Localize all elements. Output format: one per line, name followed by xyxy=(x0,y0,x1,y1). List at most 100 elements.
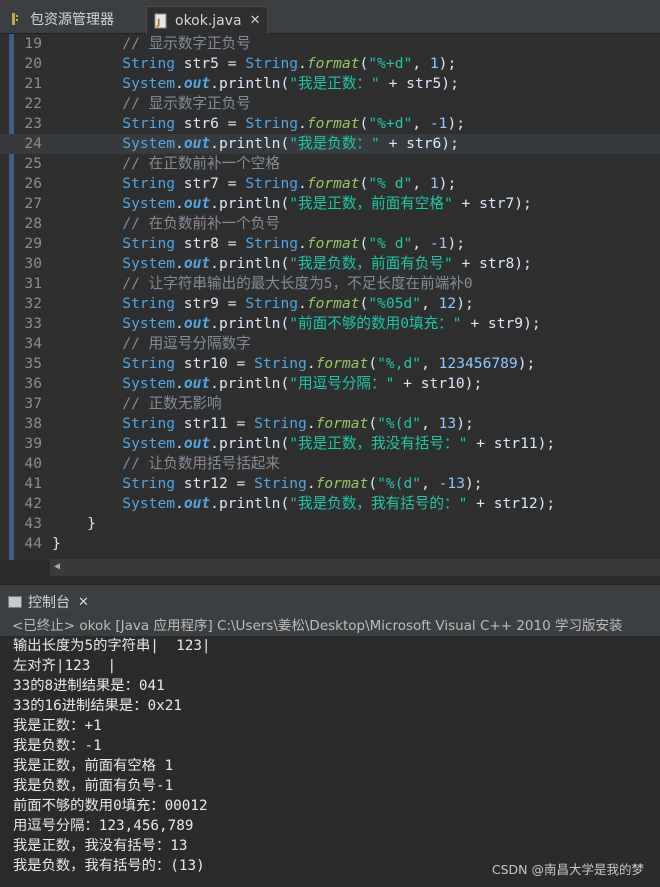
code-text: // 在负数前补一个负号 xyxy=(122,215,280,232)
code-line[interactable]: 28 // 在负数前补一个负号 xyxy=(0,214,660,234)
line-number: 35 xyxy=(24,355,42,372)
tab-package-explorer-label: 包资源管理器 xyxy=(30,12,114,28)
tab-package-explorer[interactable]: 包资源管理器 xyxy=(8,5,114,33)
console-line: 左对齐|123 | xyxy=(13,658,117,674)
code-text: String str7 = String.format("% d", 1); xyxy=(122,175,457,192)
console-status-header: <已终止> okok [Java 应用程序] C:\Users\姜松\Deskt… xyxy=(0,616,660,636)
tab-console[interactable]: 控制台 ✕ xyxy=(8,589,89,615)
code-line[interactable]: 26 String str7 = String.format("% d", 1)… xyxy=(0,174,660,194)
code-line[interactable]: 24 System.out.println("我是负数：" + str6); xyxy=(0,134,660,154)
code-line[interactable]: 22 // 显示数字正负号 xyxy=(0,94,660,114)
editor-tab-bar: 包资源管理器 J okok.java ✕ xyxy=(0,0,660,34)
code-line[interactable]: 19 // 显示数字正负号 xyxy=(0,34,660,54)
code-line[interactable]: 29 String str8 = String.format("% d", -1… xyxy=(0,234,660,254)
scroll-left-icon[interactable]: ◀ xyxy=(54,561,60,572)
tab-okok-java-label: okok.java xyxy=(175,12,242,29)
code-text: String str8 = String.format("% d", -1); xyxy=(122,235,466,252)
code-line[interactable]: 20 String str5 = String.format("%+d", 1)… xyxy=(0,54,660,74)
console-line: 用逗号分隔：123,456,789 xyxy=(13,818,194,834)
code-line[interactable]: 39 System.out.println("我是正数，我没有括号：" + st… xyxy=(0,434,660,454)
code-text: String str9 = String.format("%05d", 12); xyxy=(122,295,474,312)
code-line[interactable]: 33 System.out.println("前面不够的数用0填充：" + st… xyxy=(0,314,660,334)
code-line[interactable]: 25 // 在正数前补一个空格 xyxy=(0,154,660,174)
code-text: // 用逗号分隔数字 xyxy=(122,335,251,352)
console-line: 输出长度为5的字符串| 123| xyxy=(13,638,211,654)
code-line[interactable]: 37 // 正数无影响 xyxy=(0,394,660,414)
code-text: String str6 = String.format("%+d", -1); xyxy=(122,115,466,132)
horizontal-scrollbar[interactable]: ◀ xyxy=(50,559,660,576)
console-line: 前面不够的数用0填充：00012 xyxy=(13,798,208,814)
close-icon[interactable]: ✕ xyxy=(78,595,89,610)
code-text: System.out.println("我是正数，我没有括号：" + str11… xyxy=(122,435,556,452)
line-number: 36 xyxy=(24,375,42,392)
code-text: String str5 = String.format("%+d", 1); xyxy=(122,55,457,72)
line-number: 28 xyxy=(24,215,42,232)
line-number: 27 xyxy=(24,195,42,212)
line-number: 31 xyxy=(24,275,42,292)
code-line[interactable]: 27 System.out.println("我是正数，前面有空格" + str… xyxy=(0,194,660,214)
code-line[interactable]: 31 // 让字符串输出的最大长度为5，不足长度在前端补0 xyxy=(0,274,660,294)
console-line: 我是正数，前面有空格 1 xyxy=(13,758,174,774)
code-line[interactable]: 34 // 用逗号分隔数字 xyxy=(0,334,660,354)
code-text: // 显示数字正负号 xyxy=(122,95,251,112)
console-line: 我是负数：-1 xyxy=(13,738,102,754)
close-icon[interactable]: ✕ xyxy=(250,13,261,28)
code-text: System.out.println("我是正数，前面有空格" + str7); xyxy=(122,195,532,212)
line-number: 24 xyxy=(24,135,42,152)
code-line[interactable]: 30 System.out.println("我是负数，前面有负号" + str… xyxy=(0,254,660,274)
code-text: System.out.println("我是负数：" + str6); xyxy=(122,135,459,152)
code-line[interactable]: 35 String str10 = String.format("%,d", 1… xyxy=(0,354,660,374)
line-number: 30 xyxy=(24,255,42,272)
code-line[interactable]: 41 String str12 = String.format("%(d", -… xyxy=(0,474,660,494)
line-number: 26 xyxy=(24,175,42,192)
line-number: 44 xyxy=(24,535,42,552)
line-number: 38 xyxy=(24,415,42,432)
code-text: System.out.println("我是负数，前面有负号" + str8); xyxy=(122,255,532,272)
code-text: String str12 = String.format("%(d", -13)… xyxy=(122,475,483,492)
line-number: 25 xyxy=(24,155,42,172)
code-text: // 在正数前补一个空格 xyxy=(122,155,280,172)
tab-console-label: 控制台 xyxy=(28,595,70,611)
console-line: 我是负数，前面有负号-1 xyxy=(13,778,174,794)
line-number: 21 xyxy=(24,75,42,92)
console-line: 我是正数：+1 xyxy=(13,718,102,734)
line-number: 34 xyxy=(24,335,42,352)
code-line[interactable]: 43 } xyxy=(0,514,660,534)
code-text: // 让字符串输出的最大长度为5，不足长度在前端补0 xyxy=(122,275,473,292)
code-text: String str10 = String.format("%,d", 1234… xyxy=(122,355,536,372)
line-number: 43 xyxy=(24,515,42,532)
code-text: String str11 = String.format("%(d", 13); xyxy=(122,415,474,432)
line-number: 20 xyxy=(24,55,42,72)
console-line: 33的16进制结果是：0x21 xyxy=(13,698,182,714)
svg-text:J: J xyxy=(156,18,160,28)
code-text: System.out.println("前面不够的数用0填充：" + str9)… xyxy=(122,315,541,332)
code-line[interactable]: 42 System.out.println("我是负数，我有括号的：" + st… xyxy=(0,494,660,514)
code-line[interactable]: 36 System.out.println("用逗号分隔：" + str10); xyxy=(0,374,660,394)
tab-okok-java[interactable]: J okok.java ✕ xyxy=(146,6,268,34)
package-explorer-icon xyxy=(8,11,24,27)
console-icon xyxy=(8,596,22,608)
code-text: System.out.println("我是正数：" + str5); xyxy=(122,75,459,92)
console-line: 33的8进制结果是：041 xyxy=(13,678,165,694)
line-number: 39 xyxy=(24,435,42,452)
code-line[interactable]: 32 String str9 = String.format("%05d", 1… xyxy=(0,294,660,314)
code-line[interactable]: 38 String str11 = String.format("%(d", 1… xyxy=(0,414,660,434)
line-number: 29 xyxy=(24,235,42,252)
console-output[interactable]: 输出长度为5的字符串| 123| 左对齐|123 | 33的8进制结果是：041 33… xyxy=(0,636,660,887)
line-number: 22 xyxy=(24,95,42,112)
code-line[interactable]: 23 String str6 = String.format("%+d", -1… xyxy=(0,114,660,134)
line-number: 37 xyxy=(24,395,42,412)
line-number: 40 xyxy=(24,455,42,472)
line-number: 42 xyxy=(24,495,42,512)
console-line: 我是负数，我有括号的：(13) xyxy=(13,858,205,874)
line-number: 19 xyxy=(24,35,42,52)
line-number: 32 xyxy=(24,295,42,312)
code-editor[interactable]: 19 // 显示数字正负号 20 String str5 = String.for… xyxy=(0,34,660,560)
java-file-icon: J xyxy=(153,13,169,29)
console-tab-bar: 控制台 ✕ xyxy=(0,584,660,617)
code-text: System.out.println("我是负数，我有括号的：" + str12… xyxy=(122,495,556,512)
code-line[interactable]: 21 System.out.println("我是正数：" + str5); xyxy=(0,74,660,94)
code-line[interactable]: 40 // 让负数用括号括起来 xyxy=(0,454,660,474)
line-number: 33 xyxy=(24,315,42,332)
code-line[interactable]: 44} xyxy=(0,534,660,554)
